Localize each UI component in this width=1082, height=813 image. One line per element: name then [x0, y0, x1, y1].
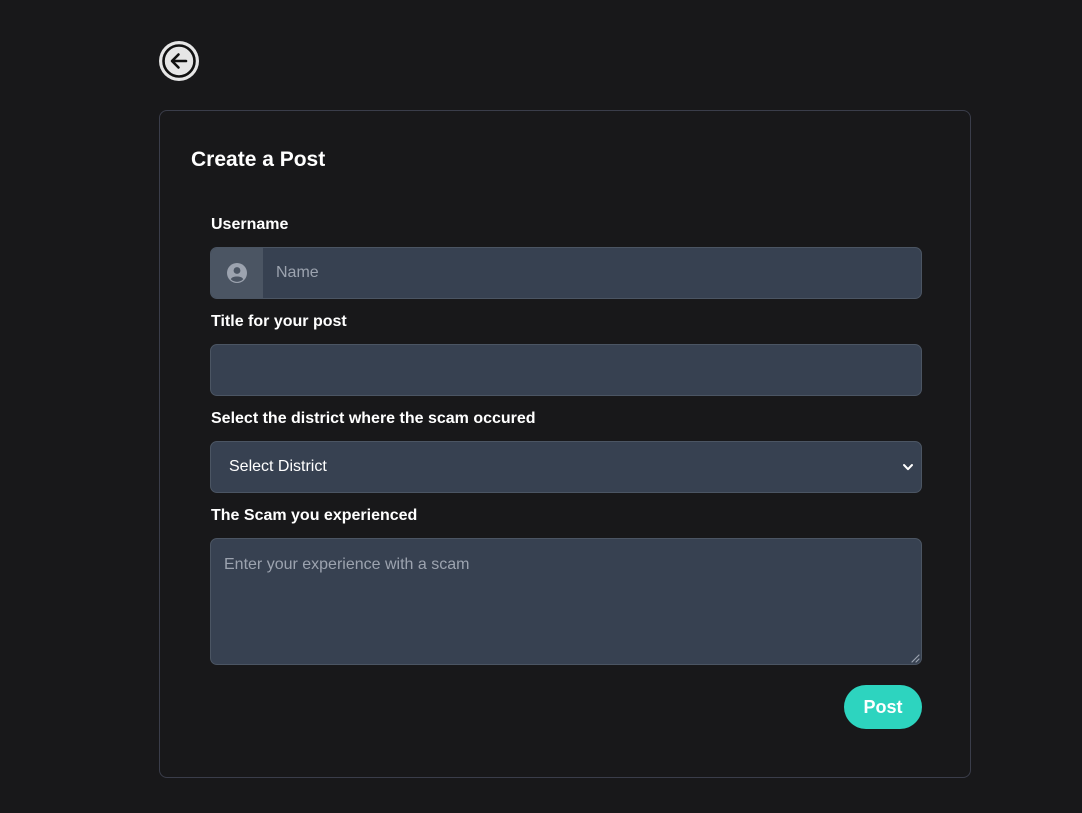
district-select-value: Select District: [229, 458, 327, 475]
post-button[interactable]: Post: [844, 685, 922, 729]
experience-textarea[interactable]: [210, 538, 922, 665]
username-label: Username: [211, 216, 289, 233]
username-input[interactable]: [263, 248, 921, 298]
arrow-left-circle-icon: [162, 44, 196, 78]
back-button[interactable]: [159, 41, 199, 81]
experience-label: The Scam you experienced: [211, 507, 418, 524]
username-input-group: [210, 247, 922, 299]
post-title-input[interactable]: [210, 344, 922, 396]
post-title-label: Title for your post: [211, 313, 347, 330]
user-circle-icon: [227, 263, 247, 283]
resize-grip-icon[interactable]: [910, 653, 920, 663]
district-select[interactable]: Select District: [210, 441, 922, 493]
district-label: Select the district where the scam occur…: [211, 410, 536, 427]
chevron-down-icon: [903, 464, 913, 471]
card-title: Create a Post: [191, 148, 326, 171]
username-addon: [211, 248, 263, 298]
create-post-card: Create a Post Username Title for your po…: [159, 110, 971, 778]
